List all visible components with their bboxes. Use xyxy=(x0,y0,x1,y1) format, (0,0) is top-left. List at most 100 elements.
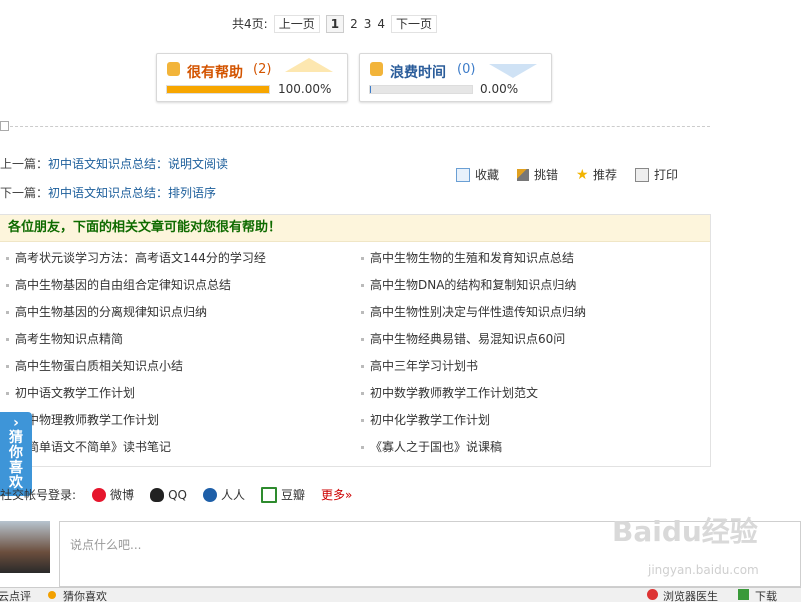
related-article-link[interactable]: 初中物理教师教学工作计划 xyxy=(6,410,266,437)
waste-time-vote-button[interactable]: 浪费时间 (0) 0.00% xyxy=(359,53,552,102)
prev-article: 上一篇：初中语文知识点总结：说明文阅读 xyxy=(0,155,228,172)
related-article-link[interactable]: 高中生物基因的分离规律知识点归纳 xyxy=(6,302,266,329)
weibo-login[interactable]: 微博 xyxy=(92,486,134,503)
article-tools: 收藏 挑错 ★ 推荐 打印 xyxy=(456,166,678,183)
comment-placeholder: 说点什么吧... xyxy=(70,538,142,552)
related-article-link[interactable]: 高中生物经典易错、易混知识点60问 xyxy=(361,329,586,356)
guess-you-like-label: 猜你喜欢 xyxy=(9,430,23,491)
related-articles: 各位朋友，下面的相关文章可能对您很有帮助！ 高考状元谈学习方法：高考语文144分… xyxy=(0,214,711,467)
browser-bottom-bar: 云点评 猜你喜欢 浏览器医生 下载 xyxy=(0,587,801,604)
related-article-link[interactable]: 初中数学教师教学工作计划范文 xyxy=(361,383,586,410)
thumbs-down-icon xyxy=(370,62,383,76)
next-page-link[interactable]: 下一页 xyxy=(390,15,437,33)
thumbs-up-icon xyxy=(167,62,180,76)
related-left-column: 高考状元谈学习方法：高考语文144分的学习经高中生物基因的自由组合定律知识点总结… xyxy=(6,248,266,464)
weibo-label: 微博 xyxy=(110,488,135,502)
printer-icon xyxy=(635,167,650,182)
helpful-decoration xyxy=(285,58,333,72)
guess-you-like-tab[interactable]: › 猜你喜欢 xyxy=(0,412,32,496)
bullet-icon xyxy=(361,311,364,314)
prev-article-label: 上一篇： xyxy=(0,157,49,171)
waste-progress-bar xyxy=(369,85,473,94)
watermark-url: jingyan.baidu.com xyxy=(648,563,759,577)
report-error-button[interactable]: 挑错 xyxy=(517,166,558,183)
page-2-link[interactable]: 2 xyxy=(350,16,358,32)
print-label: 打印 xyxy=(654,168,679,182)
related-article-title: 高中生物基因的分离规律知识点归纳 xyxy=(15,305,208,319)
bullet-icon xyxy=(361,284,364,287)
recommend-button[interactable]: ★ 推荐 xyxy=(576,166,617,183)
related-article-link[interactable]: 高中生物基因的自由组合定律知识点总结 xyxy=(6,275,266,302)
bullet-icon xyxy=(361,338,364,341)
page-1-link[interactable]: 1 xyxy=(325,15,345,33)
douban-login[interactable]: 豆瓣 xyxy=(260,486,305,503)
related-article-title: 初中物理教师教学工作计划 xyxy=(15,413,160,427)
star-icon: ★ xyxy=(576,166,589,183)
next-article: 下一篇：初中语文知识点总结：排列语序 xyxy=(0,184,216,201)
cloud-comment-label[interactable]: 云点评 xyxy=(0,588,31,604)
bullet-icon xyxy=(6,392,9,395)
related-article-title: 高中生物经典易错、易混知识点60问 xyxy=(370,332,566,346)
related-article-link[interactable]: 高中生物性别决定与伴性遗传知识点归纳 xyxy=(361,302,586,329)
next-article-link[interactable]: 初中语文知识点总结：排列语序 xyxy=(48,186,216,200)
helpful-progress-bar xyxy=(166,85,270,94)
more-social-link[interactable]: 更多» xyxy=(321,486,352,503)
download-label[interactable]: 下载 xyxy=(755,588,777,604)
user-avatar xyxy=(0,521,50,573)
bullet-icon xyxy=(6,257,9,260)
baidu-jingyan-watermark: Baidu经验 xyxy=(612,515,758,548)
related-article-link[interactable]: 高考生物知识点精简 xyxy=(6,329,266,356)
print-button[interactable]: 打印 xyxy=(635,166,678,183)
page-3-link[interactable]: 3 xyxy=(363,16,372,32)
related-article-link[interactable]: 初中化学教学工作计划 xyxy=(361,410,586,437)
related-article-link[interactable]: 高考状元谈学习方法：高考语文144分的学习经 xyxy=(6,248,266,275)
related-article-title: 高中生物蛋白质相关知识点小结 xyxy=(15,359,184,373)
related-article-title: 高中生物性别决定与伴性遗传知识点归纳 xyxy=(370,305,587,319)
favorite-label: 收藏 xyxy=(475,168,500,182)
guess-you-like-bar-label[interactable]: 猜你喜欢 xyxy=(63,588,107,604)
renren-login[interactable]: 人人 xyxy=(202,486,245,503)
related-article-title: 《寡人之于国也》说课稿 xyxy=(370,440,503,454)
bullet-icon xyxy=(6,338,9,341)
bullet-icon xyxy=(361,446,364,449)
waste-decoration xyxy=(489,64,537,78)
report-error-label: 挑错 xyxy=(534,168,559,182)
bullet-icon xyxy=(361,365,364,368)
related-article-title: 初中数学教师教学工作计划范文 xyxy=(370,386,539,400)
related-article-link[interactable]: 《寡人之于国也》说课稿 xyxy=(361,437,586,464)
bookmark-icon xyxy=(456,167,470,182)
related-article-title: 高考状元谈学习方法：高考语文144分的学习经 xyxy=(15,251,266,265)
bullet-icon xyxy=(6,311,9,314)
browser-doctor-icon xyxy=(647,589,658,600)
waste-count: (0) xyxy=(457,62,476,77)
related-article-title: 高中三年学习计划书 xyxy=(370,359,479,373)
related-article-link[interactable]: 高中生物蛋白质相关知识点小结 xyxy=(6,356,266,383)
related-article-link[interactable]: 《简单语文不简单》读书笔记 xyxy=(6,437,266,464)
prev-article-link[interactable]: 初中语文知识点总结：说明文阅读 xyxy=(48,157,228,171)
prev-page-link[interactable]: 上一页 xyxy=(273,15,320,33)
browser-doctor-label[interactable]: 浏览器医生 xyxy=(663,588,718,604)
related-article-link[interactable]: 高中生物生物的生殖和发育知识点总结 xyxy=(361,248,586,275)
related-article-link[interactable]: 初中语文教学工作计划 xyxy=(6,383,266,410)
section-divider xyxy=(10,126,710,127)
bullet-icon xyxy=(6,365,9,368)
renren-icon xyxy=(202,487,217,502)
bullet-icon xyxy=(361,419,364,422)
related-article-link[interactable]: 高中三年学习计划书 xyxy=(361,356,586,383)
helpful-vote-button[interactable]: 很有帮助 (2) 100.00% xyxy=(156,53,348,102)
next-article-label: 下一篇： xyxy=(0,186,49,200)
document-icon xyxy=(0,121,9,131)
favorite-button[interactable]: 收藏 xyxy=(456,166,499,183)
recommend-label: 推荐 xyxy=(593,168,618,182)
related-article-link[interactable]: 高中生物DNA的结构和复制知识点归纳 xyxy=(361,275,586,302)
page-4-link[interactable]: 4 xyxy=(377,16,385,32)
related-article-title: 初中化学教学工作计划 xyxy=(370,413,491,427)
pagination: 共4页: 上一页 1 2 3 4 下一页 xyxy=(232,15,437,33)
page-total: 共4页: xyxy=(232,16,268,32)
qq-login[interactable]: QQ xyxy=(150,487,187,502)
related-article-title: 高考生物知识点精简 xyxy=(15,332,124,346)
bullet-icon xyxy=(361,392,364,395)
weibo-icon xyxy=(92,487,107,502)
douban-label: 豆瓣 xyxy=(280,488,305,502)
related-article-title: 《简单语文不简单》读书笔记 xyxy=(15,440,172,454)
